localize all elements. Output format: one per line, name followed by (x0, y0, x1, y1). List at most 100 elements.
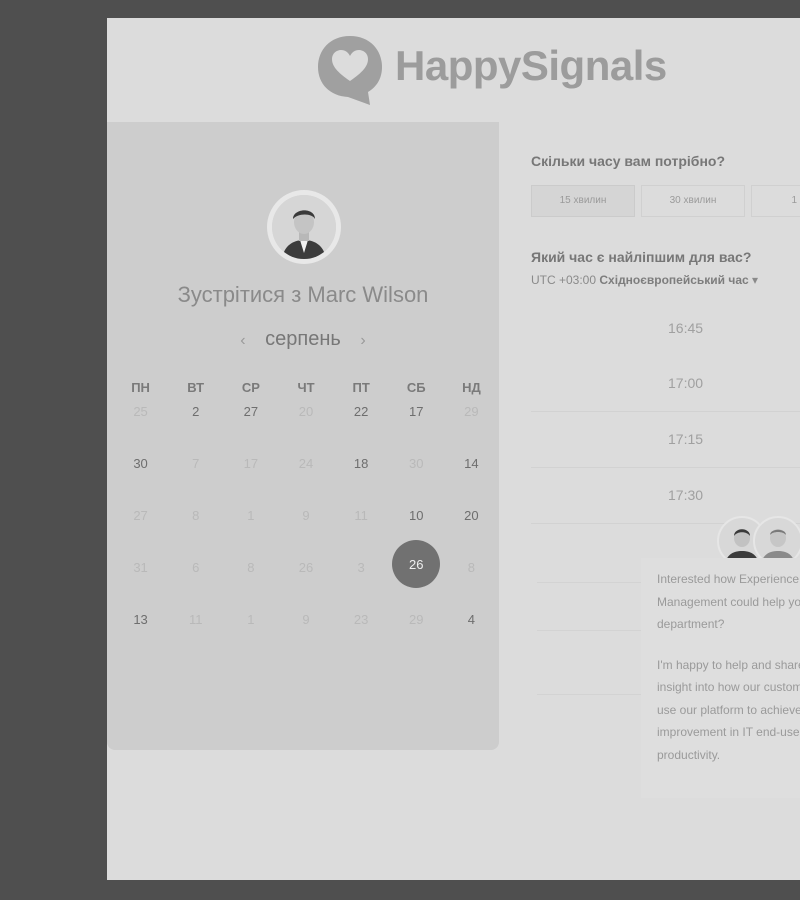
day-number: 8 (467, 560, 476, 575)
time-slot[interactable]: 17:30 (531, 468, 800, 524)
divider (537, 582, 642, 583)
calendar-day[interactable]: 17 (389, 404, 444, 456)
day-number: 23 (353, 612, 369, 627)
timezone-offset: UTC +03:00 (531, 273, 597, 287)
calendar-day: 8 (223, 560, 278, 612)
brand-name: HappySignals (395, 42, 667, 89)
day-number: 27 (133, 508, 148, 523)
calendar-day: 31 (113, 560, 168, 612)
calendar-day: 11 (334, 508, 389, 560)
day-number: 17 (409, 404, 424, 419)
calendar-day[interactable]: 22 (334, 404, 389, 456)
time-slot[interactable]: 17:00 (531, 356, 800, 412)
day-number: 8 (192, 508, 200, 523)
month-label: серпень (265, 328, 341, 350)
calendar-day[interactable]: 2 (168, 404, 223, 456)
calendar-day: 29 (389, 612, 444, 664)
calendar-panel: Зустрітися з Marc Wilson ‹ серпень › ПН В… (107, 122, 499, 750)
chevron-right-icon[interactable]: › (346, 332, 379, 349)
calendar-day: 17 (223, 456, 278, 508)
calendar-day: 6 (168, 560, 223, 612)
day-number: 10 (409, 508, 424, 523)
day-number: 7 (192, 456, 200, 471)
duration-options: 15 хвилин 30 хвилин 1 год (531, 185, 800, 217)
day-number: 26 (392, 540, 441, 588)
calendar-day: 24 (278, 456, 333, 508)
chat-line: use our platform to achieve (657, 702, 800, 717)
calendar-day[interactable]: 4 (444, 612, 499, 664)
weekday-header: СР (241, 380, 260, 395)
calendar-day: 11 (168, 612, 223, 664)
day-number: 26 (298, 560, 314, 575)
calendar-day[interactable]: 30 (113, 456, 168, 508)
meeting-title: Зустрітися з Marc Wilson (177, 282, 429, 307)
chat-message: Interested how Experience Management cou… (657, 568, 800, 636)
calendar-day: 26 (278, 560, 333, 612)
day-number: 20 (298, 404, 314, 419)
timezone-name: Східноєвропейський час (599, 273, 749, 287)
chevron-left-icon[interactable]: ‹ (226, 332, 259, 349)
calendar-day[interactable]: 18 (334, 456, 389, 508)
day-number: 20 (464, 508, 479, 523)
chevron-down-icon: ▾ (752, 273, 759, 287)
day-number: 27 (243, 404, 259, 419)
day-number: 1 (247, 508, 255, 523)
day-number: 31 (133, 560, 148, 575)
day-number: 18 (353, 456, 369, 471)
day-number: 14 (464, 456, 479, 471)
day-number: 11 (354, 508, 368, 523)
calendar-day[interactable]: 13 (113, 612, 168, 664)
time-slot-list: 16:45 17:00 17:15 17:30 (531, 301, 800, 524)
time-slot[interactable]: 17:15 (531, 412, 800, 468)
duration-option[interactable]: 30 хвилин (641, 185, 745, 217)
calendar-day: 25 (113, 404, 168, 456)
day-number: 3 (357, 560, 365, 575)
chat-line: department? (657, 617, 725, 631)
calendar-day[interactable]: 20 (444, 508, 499, 560)
time-slot[interactable]: 16:45 (531, 301, 800, 356)
day-number: 8 (247, 560, 255, 575)
weekday-header: НД (462, 380, 481, 395)
chat-line: productivity. (657, 747, 721, 762)
day-number: 17 (243, 456, 259, 471)
calendar-day: 9 (278, 612, 333, 664)
day-number: 30 (133, 456, 148, 471)
avatar (272, 195, 336, 259)
chat-line: improvement in IT end-user (657, 725, 800, 739)
calendar-day[interactable]: 14 (444, 456, 499, 508)
chat-line: I'm happy to help and share (657, 657, 800, 672)
day-number: 11 (188, 612, 203, 627)
chat-line: insight into how our customers (657, 680, 800, 694)
calendar-day: 23 (334, 612, 389, 664)
day-number: 25 (133, 404, 148, 419)
host-avatar-frame (267, 190, 341, 264)
calendar-day: 8 (444, 560, 499, 612)
chat-message: I'm happy to help and share insight into… (657, 654, 800, 767)
day-number: 29 (464, 404, 479, 419)
weekday-header: ЧТ (297, 380, 315, 395)
calendar-day: 29 (444, 404, 499, 456)
calendar-day: 20 (278, 404, 333, 456)
calendar-day: 30 (389, 456, 444, 508)
calendar-day: 1 (223, 508, 278, 560)
chat-message-card[interactable]: Interested how Experience Management cou… (641, 558, 800, 798)
weekday-header: ПТ (352, 380, 370, 395)
calendar-day: 7 (168, 456, 223, 508)
calendar-day-selected[interactable]: 26 (389, 540, 444, 612)
duration-option[interactable]: 1 год (751, 185, 800, 217)
calendar-day: 27 (113, 508, 168, 560)
timezone-selector[interactable]: UTC +03:00 Східноєвропейський час ▾ (531, 273, 758, 287)
host-portrait-icon (272, 195, 336, 259)
day-number: 9 (302, 508, 310, 523)
day-number: 4 (467, 612, 476, 627)
weekday-header: СБ (406, 380, 426, 395)
duration-option[interactable]: 15 хвилин (531, 185, 635, 217)
calendar-day: 9 (278, 508, 333, 560)
calendar-day[interactable]: 27 (223, 404, 278, 456)
divider (537, 630, 642, 631)
calendar-day: 1 (223, 612, 278, 664)
day-number: 29 (409, 612, 424, 627)
day-number: 9 (302, 612, 310, 627)
weekday-header: ПН (131, 380, 150, 395)
time-question: Який час є найліпшим для вас? (531, 249, 752, 265)
